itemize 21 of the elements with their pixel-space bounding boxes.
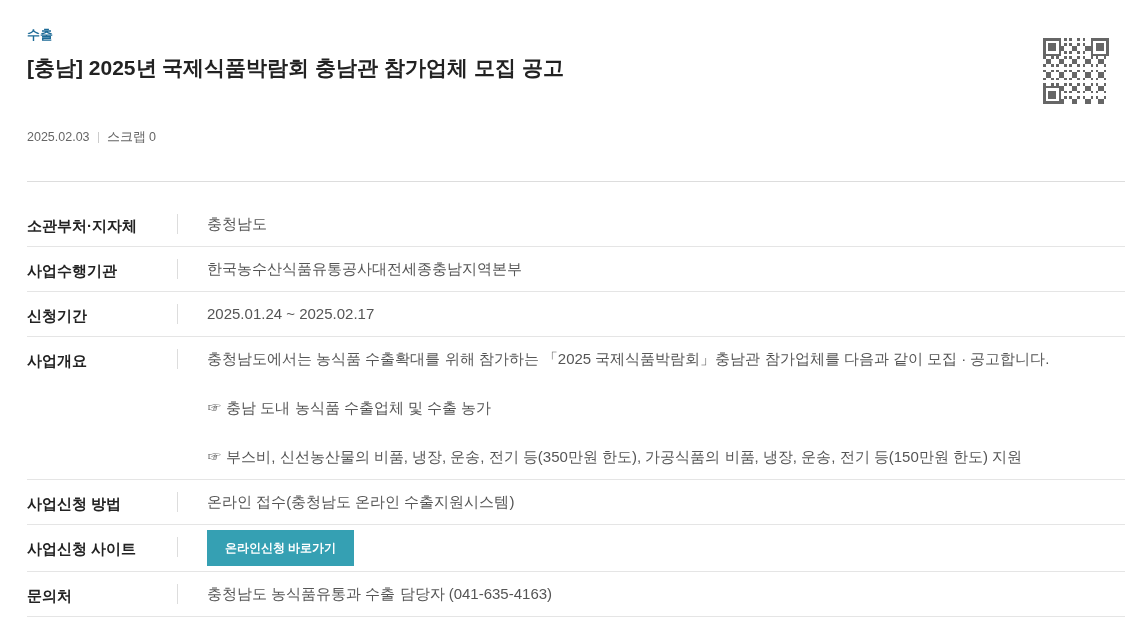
row-label: 사업수행기관 [27,261,117,279]
overview-paragraph: ☞ 부스비, 신선농산물의 비품, 냉장, 운송, 전기 등(350만원 한도), 가공식품의 비품, 냉장, 운송, 전기 등(150만원 한도) 지원 [207,446,1024,467]
overview-paragraph: 충청남도에서는 농식품 수출확대를 위해 참가하는 「2025 국제식품박람회」충남관 참가업체를 다음과 같이 모집 · 공고합니다. [207,348,1050,369]
row-label: 소관부처·지자체 [27,216,137,234]
row-label: 사업신청 사이트 [27,539,137,557]
post-date: 2025.02.03 [27,129,90,146]
row-value: 2025.01.24 ~ 2025.02.17 [207,304,375,322]
row-value: 온라인 접수(충청남도 온라인 수출지원시스템) [207,492,515,510]
row-label: 문의처 [27,586,72,604]
row-value: 충청남도 [207,214,267,232]
row-value: 한국농수산식품유통공사대전세종충남지역본부 [207,259,522,277]
category-label: 수출 [27,26,54,44]
overview-paragraph: ☞ 충남 도내 농식품 수출업체 및 수출 농가 [207,397,493,418]
row-value: 충청남도 농식품유통과 수출 담당자 (041-635-4163) [207,584,553,602]
page-title: [충남] 2025년 국제식품박람회 충남관 참가업체 모집 공고 [27,55,564,81]
row-label: 신청기간 [27,306,87,324]
apply-online-button[interactable]: 온라인신청 바로가기 [207,529,354,566]
row-label: 사업신청 방법 [27,494,122,512]
scrap-count: 스크랩 0 [106,129,156,146]
row-label: 사업개요 [27,351,87,369]
qr-code [1043,38,1109,104]
